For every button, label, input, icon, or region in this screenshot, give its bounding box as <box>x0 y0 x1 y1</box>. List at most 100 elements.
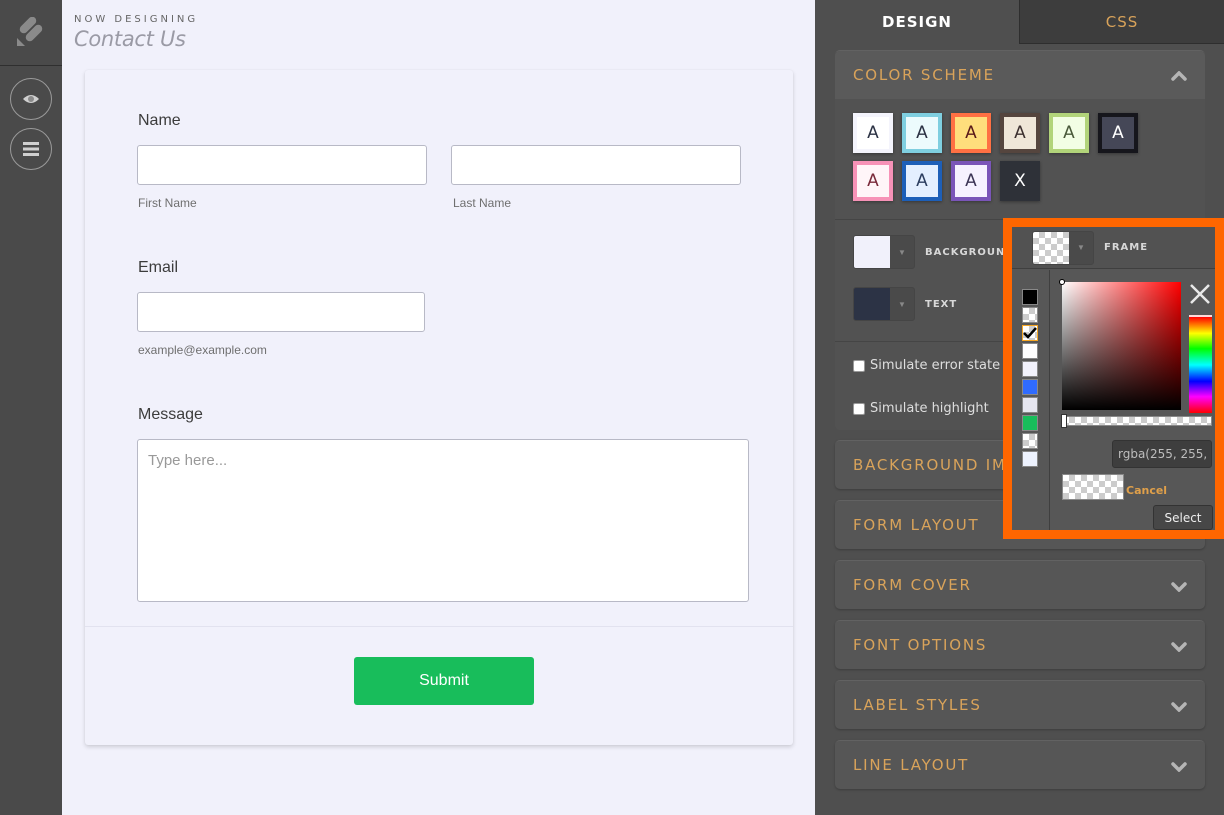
section-title: FORM COVER <box>853 576 972 594</box>
checkmark-icon <box>1023 327 1037 339</box>
text-color-label: TEXT <box>925 298 958 310</box>
last-name-input[interactable] <box>451 145 741 185</box>
chevron-down-icon <box>1171 762 1187 772</box>
color-scheme-swatch[interactable]: X <box>1000 161 1040 201</box>
section-title: FONT OPTIONS <box>853 636 988 654</box>
caret-down-icon: ▼ <box>1077 243 1085 252</box>
preset-color-swatch[interactable] <box>1022 397 1038 413</box>
frame-color-picker[interactable]: ▼ <box>1032 230 1094 265</box>
simulate-highlight-checkbox[interactable] <box>853 402 865 415</box>
email-sublabel: example@example.com <box>138 343 267 357</box>
saturation-value-area[interactable] <box>1059 279 1181 410</box>
text-color-picker[interactable]: ▼ <box>853 287 915 321</box>
message-label: Message <box>138 406 203 423</box>
email-label: Email <box>138 259 179 276</box>
color-scheme-swatch[interactable]: A <box>951 161 991 201</box>
rgba-input[interactable]: rgba(255, 255, 255, 0) <box>1112 440 1212 468</box>
swatch-glyph: A <box>906 117 938 149</box>
color-scheme-swatch[interactable]: A <box>853 113 893 153</box>
swatch-glyph: A <box>906 165 938 197</box>
form-header: NOW DESIGNING Contact Us <box>74 14 198 51</box>
chevron-down-icon <box>1171 642 1187 652</box>
section-line-layout[interactable]: LINE LAYOUT <box>835 740 1205 789</box>
left-rail <box>0 0 62 815</box>
swatch-glyph: A <box>955 117 987 149</box>
tab-css[interactable]: CSS <box>1019 0 1224 44</box>
preview-button[interactable] <box>10 78 52 120</box>
clear-color-button[interactable] <box>1188 282 1212 306</box>
color-scheme-swatch[interactable]: A <box>853 161 893 201</box>
color-scheme-swatch[interactable]: A <box>1098 113 1138 153</box>
last-name-sublabel: Last Name <box>453 196 512 210</box>
section-title: LABEL STYLES <box>853 696 982 714</box>
submit-button[interactable]: Submit <box>354 657 534 705</box>
chevron-down-icon <box>1171 702 1187 712</box>
color-scheme-swatch[interactable]: A <box>1049 113 1089 153</box>
saturation-value-handle[interactable] <box>1059 279 1065 285</box>
color-scheme-swatch[interactable]: A <box>951 113 991 153</box>
text-color-preview <box>854 288 890 320</box>
swatch-glyph: A <box>857 117 889 149</box>
preset-color-swatch[interactable] <box>1022 379 1038 395</box>
swatch-glyph: A <box>1102 117 1134 149</box>
section-header[interactable]: LABEL STYLES <box>835 681 1205 729</box>
background-color-label: BACKGROUND <box>925 246 1015 258</box>
background-color-row: ▼ BACKGROUND <box>853 235 1015 269</box>
frame-color-picker-popup: ▼ FRAME rgba(255, 255, 255, 0) Cancel Se… <box>1003 218 1224 539</box>
preset-color-swatch[interactable] <box>1022 451 1038 467</box>
preset-color-swatch[interactable] <box>1022 361 1038 377</box>
form-title[interactable]: Contact Us <box>74 27 198 51</box>
simulate-highlight-label: Simulate highlight <box>870 401 989 416</box>
chevron-down-icon <box>1171 582 1187 592</box>
preset-color-swatch[interactable] <box>1022 289 1038 305</box>
section-form-cover[interactable]: FORM COVER <box>835 560 1205 609</box>
simulate-error-label: Simulate error state <box>870 358 1001 373</box>
eye-icon <box>23 95 39 103</box>
message-textarea[interactable]: Type here... <box>137 439 749 602</box>
preset-color-swatch[interactable] <box>1022 325 1038 341</box>
preset-color-swatch[interactable] <box>1022 433 1038 449</box>
email-input[interactable] <box>137 292 425 332</box>
section-header[interactable]: FORM COVER <box>835 561 1205 609</box>
background-color-picker[interactable]: ▼ <box>853 235 915 269</box>
color-scheme-swatch[interactable]: A <box>1000 113 1040 153</box>
swatch-glyph: X <box>1004 165 1036 197</box>
alpha-slider[interactable] <box>1061 414 1212 428</box>
first-name-sublabel: First Name <box>138 196 197 210</box>
preset-color-swatch[interactable] <box>1022 415 1038 431</box>
form-preview-card: Name First Name Last Name Email example@… <box>85 70 793 745</box>
section-header[interactable]: FONT OPTIONS <box>835 621 1205 669</box>
swatch-glyph: A <box>1004 117 1036 149</box>
logo-icon <box>17 17 43 46</box>
tab-design[interactable]: DESIGN <box>815 0 1019 44</box>
cancel-link[interactable]: Cancel <box>1126 484 1167 497</box>
form-divider <box>85 626 793 627</box>
first-name-input[interactable] <box>137 145 427 185</box>
simulate-highlight-row[interactable]: Simulate highlight <box>853 401 989 416</box>
preset-color-swatch[interactable] <box>1022 307 1038 323</box>
color-scheme-swatch[interactable]: A <box>902 113 942 153</box>
frame-color-preview <box>1033 231 1069 264</box>
preset-color-palette <box>1012 270 1050 530</box>
color-scheme-header[interactable]: COLOR SCHEME <box>835 51 1205 99</box>
color-scheme-swatch[interactable]: A <box>902 161 942 201</box>
section-title: FORM LAYOUT <box>853 516 980 534</box>
simulate-error-row[interactable]: Simulate error state <box>853 358 1000 373</box>
alpha-slider-handle[interactable] <box>1061 414 1067 428</box>
app-logo[interactable] <box>0 0 62 66</box>
now-designing-label: NOW DESIGNING <box>74 14 199 25</box>
section-label-styles[interactable]: LABEL STYLES <box>835 680 1205 729</box>
section-header[interactable]: LINE LAYOUT <box>835 741 1205 789</box>
text-color-row: ▼ TEXT <box>853 287 957 321</box>
section-font-options[interactable]: FONT OPTIONS <box>835 620 1205 669</box>
background-color-preview <box>854 236 890 268</box>
close-icon <box>1190 284 1210 304</box>
preset-color-swatch[interactable] <box>1022 343 1038 359</box>
hue-slider[interactable] <box>1189 315 1212 413</box>
menu-button[interactable] <box>10 128 52 170</box>
name-label: Name <box>138 112 181 129</box>
select-button[interactable]: Select <box>1153 505 1213 530</box>
caret-down-icon: ▼ <box>898 299 906 309</box>
swatch-glyph: A <box>955 165 987 197</box>
simulate-error-checkbox[interactable] <box>853 359 865 372</box>
